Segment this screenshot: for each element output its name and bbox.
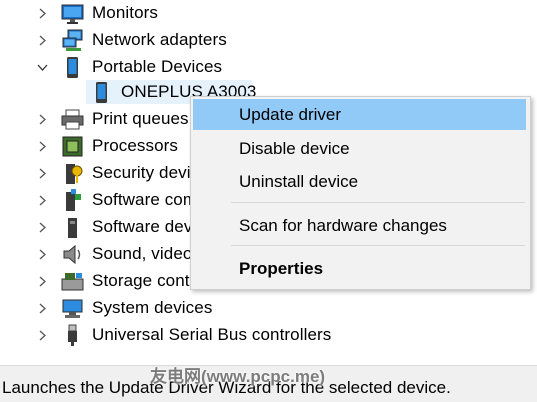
chevron-right-icon[interactable] bbox=[37, 114, 48, 125]
speaker-icon bbox=[63, 244, 81, 265]
tree-item-system-devices[interactable]: System devices bbox=[0, 295, 537, 322]
chevron-right-icon[interactable] bbox=[37, 195, 48, 206]
menu-item-properties[interactable]: Properties bbox=[193, 253, 526, 284]
storage-controller-icon bbox=[61, 273, 84, 291]
portable-device-icon bbox=[67, 57, 78, 78]
menu-item-uninstall-device[interactable]: Uninstall device bbox=[193, 166, 526, 197]
software-device-icon bbox=[68, 218, 77, 238]
security-device-icon bbox=[66, 164, 83, 184]
tree-item-label: Network adapters bbox=[92, 30, 227, 49]
menu-item-update-driver[interactable]: Update driver bbox=[193, 99, 526, 130]
network-adapter-icon bbox=[62, 29, 83, 51]
phone-icon bbox=[96, 82, 107, 103]
tree-item-label: Portable Devices bbox=[92, 57, 223, 76]
chevron-right-icon[interactable] bbox=[37, 276, 48, 287]
watermark: 友电网(www.pcpc.me) bbox=[150, 367, 326, 386]
chevron-down-icon[interactable] bbox=[37, 62, 48, 73]
menu-item-label: Update driver bbox=[239, 105, 342, 124]
chevron-right-icon[interactable] bbox=[37, 8, 48, 19]
tree-item-network-adapters[interactable]: Network adapters bbox=[0, 27, 537, 54]
menu-separator bbox=[231, 202, 525, 203]
tree-item-label: Print queues bbox=[92, 109, 189, 128]
tree-item-label: Processors bbox=[92, 136, 179, 155]
chevron-right-icon[interactable] bbox=[37, 168, 48, 179]
system-device-icon bbox=[62, 299, 83, 318]
chevron-right-icon[interactable] bbox=[37, 141, 48, 152]
tree-item-label: Universal Serial Bus controllers bbox=[92, 325, 332, 344]
chevron-right-icon[interactable] bbox=[37, 35, 48, 46]
menu-item-disable-device[interactable]: Disable device bbox=[193, 133, 526, 164]
chevron-right-icon[interactable] bbox=[37, 249, 48, 260]
tree-item-portable-devices[interactable]: Portable Devices bbox=[0, 54, 537, 81]
software-component-icon bbox=[66, 189, 81, 211]
chevron-right-icon[interactable] bbox=[37, 330, 48, 341]
menu-item-label: Scan for hardware changes bbox=[239, 216, 447, 235]
context-menu: Update driver Disable device Uninstall d… bbox=[190, 96, 531, 290]
usb-icon bbox=[68, 324, 77, 346]
monitor-icon bbox=[61, 4, 84, 24]
tree-item-label: Monitors bbox=[92, 3, 158, 22]
menu-separator bbox=[231, 245, 525, 246]
tree-item-label: System devices bbox=[92, 298, 213, 317]
chevron-right-icon[interactable] bbox=[37, 303, 48, 314]
menu-item-label: Disable device bbox=[239, 139, 350, 158]
tree-item-monitors[interactable]: Monitors bbox=[0, 0, 537, 27]
menu-item-label: Properties bbox=[239, 259, 324, 278]
printer-icon bbox=[61, 109, 84, 130]
tree-item-usb-controllers[interactable]: Universal Serial Bus controllers bbox=[0, 322, 537, 349]
menu-item-label: Uninstall device bbox=[239, 172, 359, 191]
chevron-right-icon[interactable] bbox=[37, 222, 48, 233]
menu-item-scan-hardware-changes[interactable]: Scan for hardware changes bbox=[193, 210, 526, 241]
processor-icon bbox=[62, 136, 83, 157]
